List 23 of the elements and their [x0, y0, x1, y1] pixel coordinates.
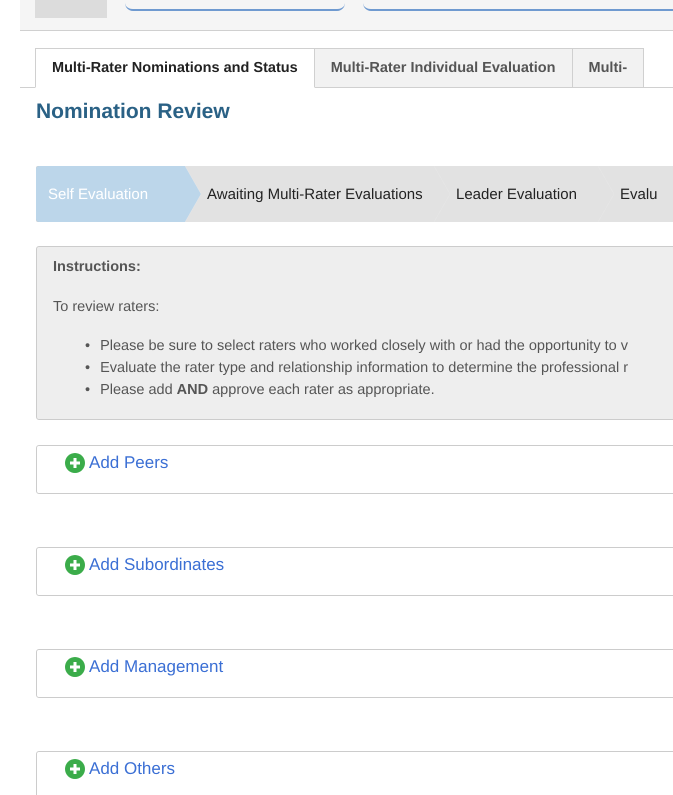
add-icon — [65, 453, 85, 473]
page-title: Nomination Review — [36, 100, 231, 124]
progress-step: Awaiting Multi-Rater Evaluations — [185, 166, 450, 222]
add-link[interactable]: Add Others — [65, 759, 175, 779]
tab[interactable]: Multi- — [572, 48, 644, 88]
add-icon — [65, 759, 85, 779]
add-link[interactable]: Add Peers — [65, 453, 168, 473]
progress-step: Leader Evaluation — [434, 166, 614, 222]
instructions-intro: To review raters: — [53, 299, 160, 315]
add-link[interactable]: Add Management — [65, 657, 224, 677]
bullet-marker: • — [85, 359, 90, 378]
add-icon — [65, 555, 85, 575]
tab[interactable]: Multi-Rater Nominations and Status — [35, 48, 315, 88]
instruction-item: Please be sure to select raters who worked closely with or had the opportunity to v — [100, 337, 628, 356]
progress-step: Self Evaluation — [36, 166, 201, 222]
add-icon — [65, 657, 85, 677]
bullet-marker: • — [85, 337, 90, 356]
instructions-heading: Instructions: — [53, 259, 142, 275]
instruction-item: Please add AND approve each rater as appropriate. — [100, 381, 435, 400]
tab[interactable]: Multi-Rater Individual Evaluation — [314, 48, 572, 88]
instruction-item: Evaluate the rater type and relationship information to determine the professional r — [100, 359, 628, 378]
bullet-marker: • — [85, 381, 90, 400]
add-link[interactable]: Add Subordinates — [65, 555, 224, 575]
